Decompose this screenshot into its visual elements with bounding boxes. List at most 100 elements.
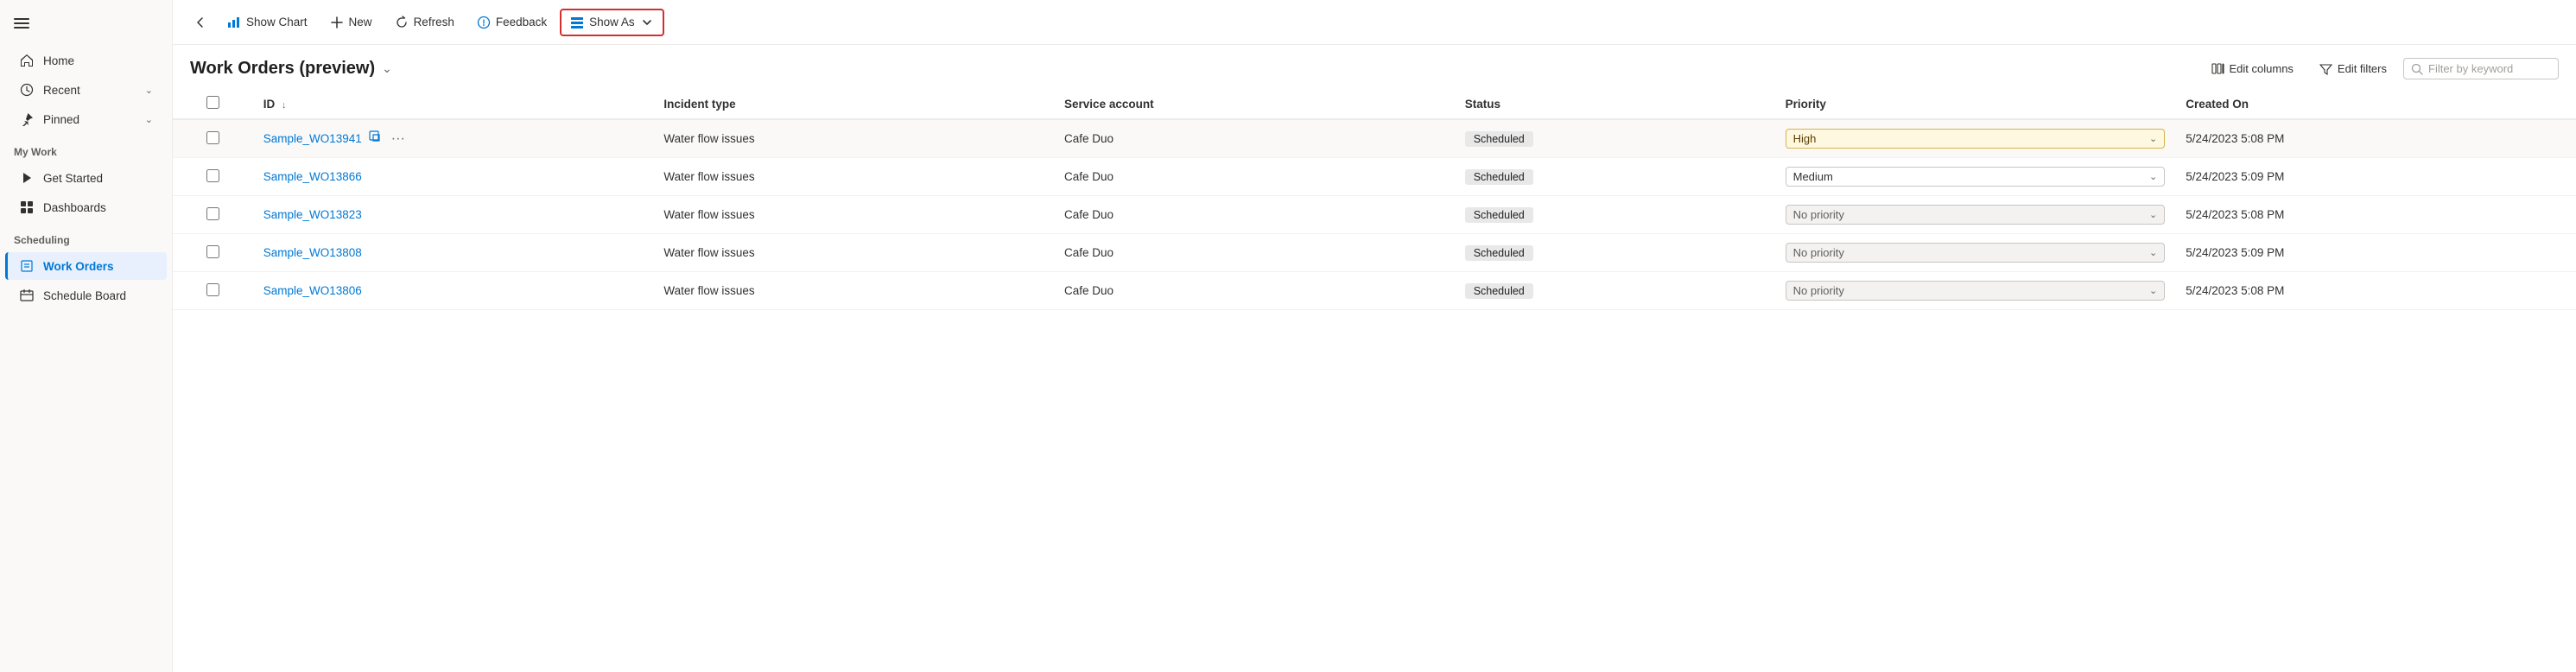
row-checkbox-cell[interactable] <box>173 272 253 310</box>
chart-icon <box>227 16 241 29</box>
priority-dropdown[interactable]: High⌄ <box>1786 129 2166 149</box>
row-checkbox[interactable] <box>206 131 219 144</box>
scheduling-section-title: Scheduling <box>0 222 172 251</box>
play-icon <box>19 170 35 186</box>
row-more-actions-button[interactable]: ··· <box>388 130 409 149</box>
filter-input[interactable] <box>2428 62 2549 75</box>
toolbar: Show Chart New Refresh Feedback <box>173 0 2576 45</box>
priority-dropdown[interactable]: No priority⌄ <box>1786 281 2166 301</box>
col-header-service[interactable]: Service account <box>1054 89 1455 119</box>
row-service-cell: Cafe Duo <box>1054 196 1455 234</box>
work-order-link[interactable]: Sample_WO13808 <box>263 246 362 259</box>
row-id-cell: Sample_WO13808 <box>253 234 654 272</box>
col-header-id[interactable]: ID ↓ <box>253 89 654 119</box>
sidebar: Home Recent ⌄ Pinned ⌄ My Work Get Start… <box>0 0 173 672</box>
row-checkbox-cell[interactable] <box>173 196 253 234</box>
feedback-icon <box>477 16 491 29</box>
row-checkbox[interactable] <box>206 169 219 182</box>
sidebar-item-schedule-board[interactable]: Schedule Board <box>5 282 167 309</box>
hamburger-button[interactable] <box>0 7 172 46</box>
sidebar-item-dashboards-label: Dashboards <box>43 201 106 214</box>
home-icon <box>19 53 35 68</box>
priority-value: No priority <box>1793 208 1844 221</box>
priority-dropdown[interactable]: No priority ⌄ <box>1786 243 2166 263</box>
priority-value: No priority <box>1793 246 1844 259</box>
columns-icon <box>2211 62 2224 75</box>
row-checkbox[interactable] <box>206 207 219 220</box>
refresh-icon <box>395 16 409 29</box>
row-id-cell: Sample_WO13806 <box>253 272 654 310</box>
sidebar-item-work-orders[interactable]: Work Orders <box>5 252 167 280</box>
row-priority-cell[interactable]: Medium⌄ <box>1775 158 2176 196</box>
page-title-chevron-icon[interactable]: ⌄ <box>382 61 392 76</box>
sort-icon: ↓ <box>282 100 287 111</box>
sidebar-item-get-started-label: Get Started <box>43 172 103 185</box>
work-order-link[interactable]: Sample_WO13866 <box>263 170 362 183</box>
sidebar-item-home[interactable]: Home <box>5 47 167 74</box>
table-row: Sample_WO13866Water flow issuesCafe DuoS… <box>173 158 2576 196</box>
row-checkbox-cell[interactable] <box>173 119 253 158</box>
row-created-cell: 5/24/2023 5:09 PM <box>2175 234 2576 272</box>
row-checkbox-cell[interactable] <box>173 158 253 196</box>
sidebar-item-dashboards[interactable]: Dashboards <box>5 193 167 221</box>
row-checkbox-cell[interactable] <box>173 234 253 272</box>
row-created-cell: 5/24/2023 5:08 PM <box>2175 119 2576 158</box>
status-badge: Scheduled <box>1465 283 1533 299</box>
work-order-link[interactable]: Sample_WO13941 <box>263 132 362 145</box>
sidebar-item-get-started[interactable]: Get Started <box>5 164 167 192</box>
row-priority-cell[interactable]: No priority⌄ <box>1775 272 2176 310</box>
priority-value: High <box>1793 132 1817 145</box>
priority-dropdown[interactable]: No priority⌄ <box>1786 205 2166 225</box>
pin-icon <box>19 111 35 127</box>
row-service-cell: Cafe Duo <box>1054 234 1455 272</box>
edit-filters-button[interactable]: Edit filters <box>2310 57 2396 80</box>
sidebar-item-pinned[interactable]: Pinned ⌄ <box>5 105 167 133</box>
refresh-button[interactable]: Refresh <box>385 10 464 35</box>
status-badge: Scheduled <box>1465 131 1533 147</box>
sidebar-item-recent[interactable]: Recent ⌄ <box>5 76 167 104</box>
dashboard-icon <box>19 200 35 215</box>
row-checkbox[interactable] <box>206 283 219 296</box>
row-incident-cell: Water flow issues <box>653 158 1054 196</box>
plus-icon <box>330 16 344 29</box>
row-created-cell: 5/24/2023 5:09 PM <box>2175 158 2576 196</box>
expand-record-button[interactable] <box>365 129 384 149</box>
filter-icon <box>2319 62 2332 75</box>
status-badge: Scheduled <box>1465 207 1533 223</box>
chevron-down-icon: ⌄ <box>2149 247 2157 258</box>
priority-dropdown[interactable]: Medium⌄ <box>1786 167 2166 187</box>
schedule-icon <box>19 288 35 303</box>
row-priority-cell[interactable]: No priority⌄ <box>1775 196 2176 234</box>
row-incident-cell: Water flow issues <box>653 272 1054 310</box>
select-all-header[interactable] <box>173 89 253 119</box>
col-header-status[interactable]: Status <box>1455 89 1775 119</box>
row-priority-cell[interactable]: No priority ⌄ <box>1775 234 2176 272</box>
row-checkbox[interactable] <box>206 245 219 258</box>
row-status-cell: Scheduled <box>1455 234 1775 272</box>
filter-input-wrapper[interactable] <box>2403 58 2559 79</box>
search-icon <box>2411 63 2423 75</box>
show-as-button[interactable]: Show As <box>560 9 664 36</box>
work-order-link[interactable]: Sample_WO13823 <box>263 208 362 221</box>
edit-columns-button[interactable]: Edit columns <box>2202 57 2303 80</box>
my-work-section-title: My Work <box>0 134 172 163</box>
sidebar-item-pinned-label: Pinned <box>43 113 79 126</box>
feedback-button[interactable]: Feedback <box>467 10 556 35</box>
col-header-created[interactable]: Created On <box>2175 89 2576 119</box>
new-button[interactable]: New <box>320 10 382 35</box>
back-button[interactable] <box>187 10 214 35</box>
table-row: Sample_WO13808Water flow issuesCafe DuoS… <box>173 234 2576 272</box>
table-header-row: ID ↓ Incident type Service account Statu… <box>173 89 2576 119</box>
table-wrapper: ID ↓ Incident type Service account Statu… <box>173 89 2576 672</box>
work-order-link[interactable]: Sample_WO13806 <box>263 284 362 297</box>
select-all-checkbox[interactable] <box>206 96 219 109</box>
show-chart-button[interactable]: Show Chart <box>218 10 317 35</box>
row-created-cell: 5/24/2023 5:08 PM <box>2175 272 2576 310</box>
sidebar-item-home-label: Home <box>43 54 74 67</box>
row-status-cell: Scheduled <box>1455 196 1775 234</box>
status-badge: Scheduled <box>1465 169 1533 185</box>
row-id-cell: Sample_WO13866 <box>253 158 654 196</box>
col-header-incident[interactable]: Incident type <box>653 89 1054 119</box>
col-header-priority[interactable]: Priority <box>1775 89 2176 119</box>
row-priority-cell[interactable]: High⌄ <box>1775 119 2176 158</box>
